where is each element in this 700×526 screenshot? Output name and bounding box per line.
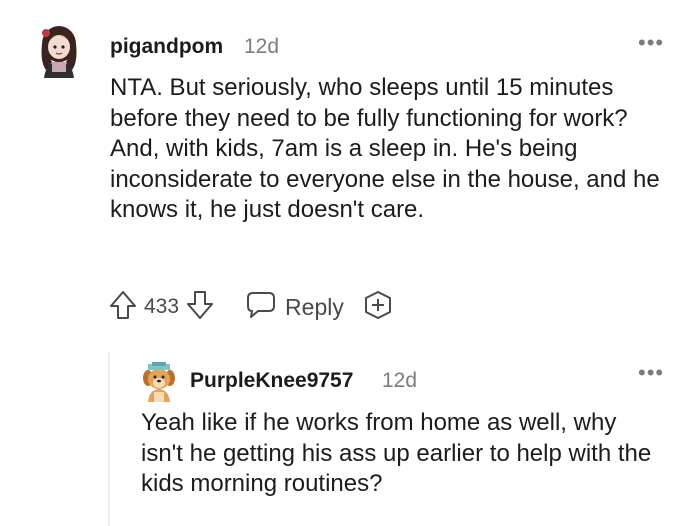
avatar-image — [41, 26, 77, 78]
avatar-image — [143, 362, 175, 402]
more-dots-icon[interactable]: ••• — [638, 32, 664, 54]
comment-card: pigandpom 12d ••• NTA. But seriously, wh… — [0, 0, 700, 345]
reply-body: Yeah like if he works from home as well,… — [141, 409, 652, 497]
upvote-arrow-icon[interactable] — [108, 289, 138, 326]
comment-username[interactable]: pigandpom — [110, 35, 223, 59]
reply-timestamp: 12d — [382, 369, 418, 392]
award-plus-icon — [362, 289, 394, 326]
reply-username[interactable]: PurpleKnee9757 — [190, 369, 353, 393]
downvote-arrow-icon[interactable] — [185, 289, 215, 326]
reply-user-avatar[interactable] — [140, 362, 178, 402]
user-avatar[interactable] — [36, 22, 82, 78]
award-button[interactable] — [362, 289, 394, 326]
reply-label: Reply — [285, 293, 344, 320]
more-dots-icon[interactable]: ••• — [638, 362, 664, 384]
reply-bubble-icon — [245, 290, 277, 325]
reply-button[interactable]: Reply — [245, 290, 344, 325]
comment-body: NTA. But seriously, who sleeps until 15 … — [110, 74, 660, 223]
comment-actions: 433 Reply — [108, 289, 394, 325]
vote-count: 433 — [144, 295, 180, 318]
comment-timestamp: 12d — [244, 35, 280, 58]
thread-line[interactable] — [108, 352, 110, 526]
